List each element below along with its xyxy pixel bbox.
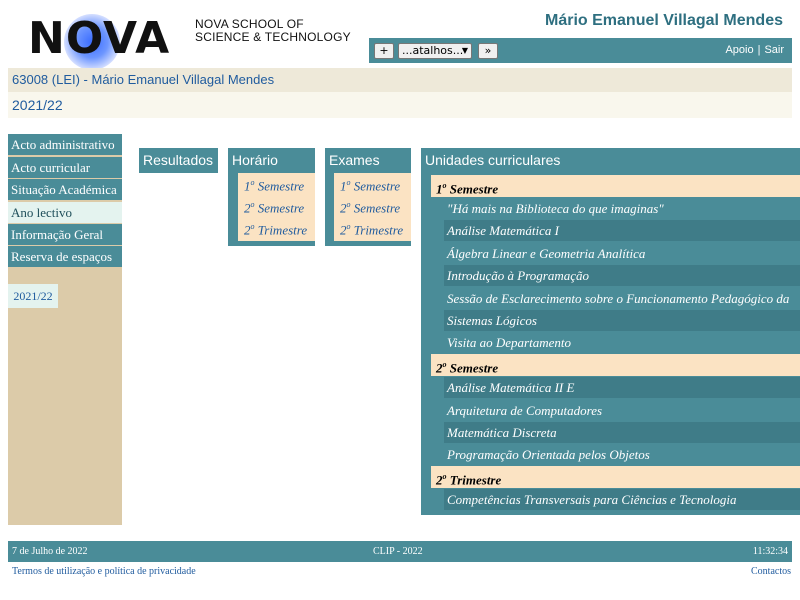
link-separator: | bbox=[757, 44, 761, 56]
user-name: Mário Emanuel Villagal Mendes bbox=[545, 12, 783, 29]
course-link[interactable]: Sessão de Esclarecimento sobre o Funcion… bbox=[444, 288, 800, 309]
footer-bar: 7 de Julho de 2022 CLIP - 2022 11:32:34 bbox=[8, 541, 792, 562]
units-group-1st-semester: 1o Semestre bbox=[431, 175, 800, 197]
exams-link-1st-semester[interactable]: 1o Semestre bbox=[340, 178, 400, 194]
exams-header: Exames bbox=[325, 148, 411, 173]
schedule-link-2nd-semester[interactable]: 2o Semestre bbox=[244, 200, 304, 216]
student-link[interactable]: 63008 (LEI) - Mário Emanuel Villagal Men… bbox=[12, 72, 274, 87]
schedule-link-1st-semester[interactable]: 1o Semestre bbox=[244, 178, 304, 194]
logout-link[interactable]: Sair bbox=[764, 44, 784, 56]
course-link[interactable]: Arquitetura de Computadores bbox=[444, 400, 800, 421]
course-link[interactable]: Álgebra Linear e Geometria Analítica bbox=[444, 243, 800, 264]
sidebar-item-situacao-academica[interactable]: Situação Académica bbox=[8, 179, 122, 201]
sidebar: Acto administrativo Acto curricular Situ… bbox=[8, 134, 122, 525]
footer-time: 11:32:34 bbox=[752, 546, 788, 557]
course-link[interactable]: Competências Transversais para Ciências … bbox=[444, 489, 800, 510]
course-link[interactable]: Introdução à Programação bbox=[444, 265, 800, 286]
contacts-link[interactable]: Contactos bbox=[751, 566, 791, 577]
logo-subtitle: NOVA SCHOOL OF SCIENCE & TECHNOLOGY bbox=[195, 18, 351, 44]
logo-subtitle-line2: SCIENCE & TECHNOLOGY bbox=[195, 30, 351, 44]
schedule-header: Horário bbox=[228, 148, 315, 173]
year-chip[interactable]: 2021/22 bbox=[8, 284, 58, 308]
course-link[interactable]: Análise Matemática I bbox=[444, 220, 800, 241]
exams-link-2nd-semester[interactable]: 2o Semestre bbox=[340, 200, 400, 216]
course-link[interactable]: Visita ao Departamento bbox=[444, 332, 800, 353]
units-header: Unidades curriculares bbox=[421, 148, 800, 173]
sidebar-item-reserva-espacos[interactable]: Reserva de espaços bbox=[8, 246, 122, 268]
results-header[interactable]: Resultados bbox=[139, 148, 218, 173]
add-shortcut-button[interactable]: + bbox=[374, 43, 394, 59]
course-link[interactable]: Análise Matemática II E bbox=[444, 377, 800, 398]
schedule-link-2nd-trimester[interactable]: 2o Trimestre bbox=[244, 222, 307, 238]
course-link[interactable]: Programação Orientada pelos Objetos bbox=[444, 444, 800, 465]
year-link[interactable]: 2021/22 bbox=[12, 97, 63, 113]
footer-center: CLIP - 2022 bbox=[373, 546, 423, 557]
terms-link[interactable]: Termos de utilização e política de priva… bbox=[12, 566, 196, 577]
support-link[interactable]: Apoio bbox=[725, 44, 753, 56]
exams-link-2nd-trimester[interactable]: 2o Trimestre bbox=[340, 222, 403, 238]
chevron-down-icon: ▼ bbox=[461, 46, 468, 55]
course-link[interactable]: Matemática Discreta bbox=[444, 422, 800, 443]
shortcuts-select[interactable]: ...atalhos... ▼ bbox=[398, 43, 472, 59]
breadcrumb-year: 2021/22 bbox=[8, 92, 792, 118]
course-link[interactable]: "Há mais na Biblioteca do que imaginas" bbox=[444, 198, 800, 219]
top-links: Apoio | Sair bbox=[725, 44, 784, 56]
course-link[interactable]: Sistemas Lógicos bbox=[444, 310, 800, 331]
go-shortcut-button[interactable]: » bbox=[478, 43, 498, 59]
units-group-2nd-semester: 2o Semestre bbox=[431, 354, 800, 376]
sidebar-item-acto-administrativo[interactable]: Acto administrativo bbox=[8, 134, 122, 156]
units-group-2nd-trimester: 2o Trimestre bbox=[431, 466, 800, 488]
sidebar-item-acto-curricular[interactable]: Acto curricular bbox=[8, 157, 122, 179]
sidebar-item-ano-lectivo[interactable]: Ano lectivo bbox=[8, 202, 122, 224]
sidebar-item-informacao-geral[interactable]: Informação Geral bbox=[8, 224, 122, 246]
nova-logo[interactable]: NOVA bbox=[28, 14, 170, 64]
footer-date: 7 de Julho de 2022 bbox=[12, 546, 88, 557]
shortcuts-selected-value: ...atalhos... bbox=[402, 44, 464, 57]
breadcrumb-student: 63008 (LEI) - Mário Emanuel Villagal Men… bbox=[8, 68, 792, 92]
